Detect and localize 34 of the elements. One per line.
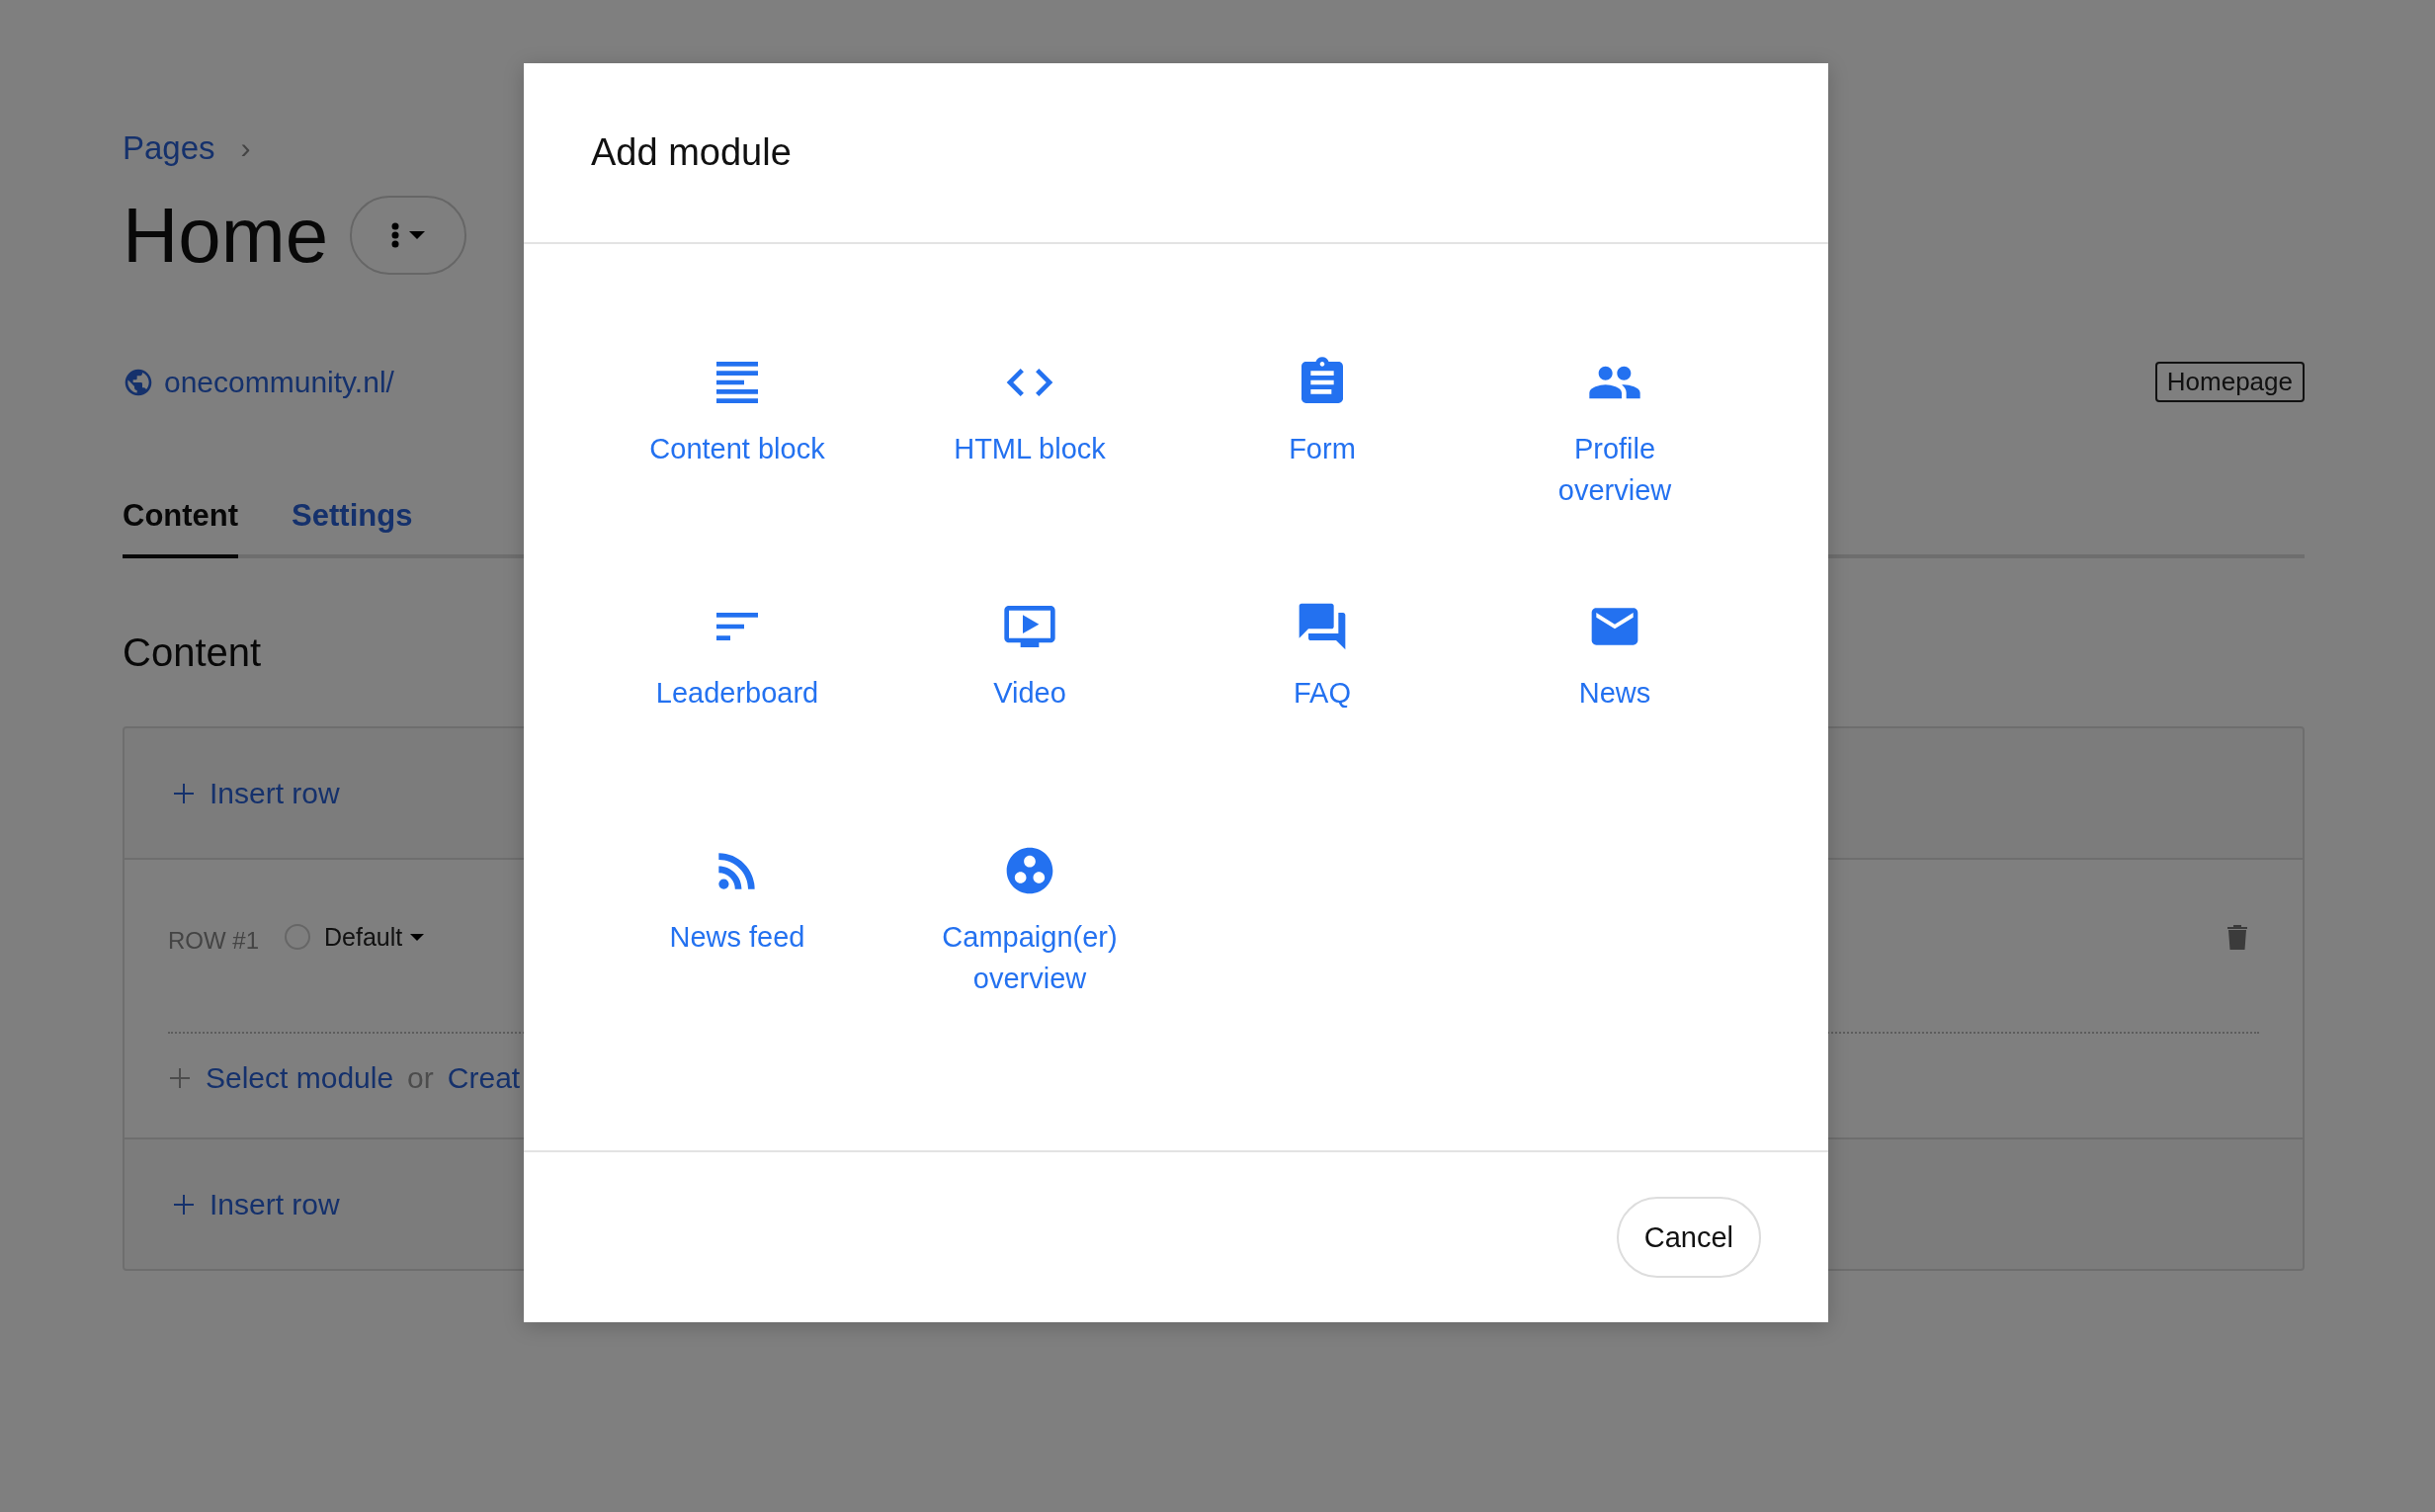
insert-row-button[interactable]: Insert row xyxy=(172,1187,340,1221)
style-dropdown[interactable]: Default xyxy=(324,922,425,952)
radio-button[interactable] xyxy=(285,924,310,950)
page-badge: Homepage xyxy=(2154,362,2305,402)
cancel-button[interactable]: Cancel xyxy=(1616,1197,1761,1278)
section-heading: Content xyxy=(123,630,263,676)
caret-icon xyxy=(410,933,425,941)
module-option[interactable]: HTML block xyxy=(954,355,1106,469)
site-link[interactable]: onecommunity.nl/ xyxy=(123,365,394,399)
breadcrumb-link[interactable]: Pages xyxy=(123,129,215,167)
module-option[interactable]: News feed xyxy=(669,843,805,958)
tab[interactable]: Settings xyxy=(292,485,413,558)
trash-icon[interactable] xyxy=(2225,922,2249,952)
module-option[interactable]: Form xyxy=(1289,355,1356,469)
module-option[interactable]: FAQ xyxy=(1294,599,1351,714)
page-title: Home xyxy=(123,191,329,281)
breadcrumb-separator: › xyxy=(240,131,251,165)
plus-icon xyxy=(172,1192,196,1217)
create-link[interactable]: Creat xyxy=(447,1061,521,1095)
row-label: ROW #1 xyxy=(168,927,259,955)
tab[interactable]: Content xyxy=(123,485,239,558)
module-option[interactable]: News xyxy=(1578,599,1651,714)
module-option[interactable]: Campaign(er) overview xyxy=(931,843,1129,999)
plus-icon xyxy=(168,1066,192,1090)
kebab-icon xyxy=(391,222,400,248)
module-option[interactable]: Video xyxy=(993,599,1066,714)
module-option[interactable]: Content block xyxy=(649,355,825,469)
module-option[interactable]: Leaderboard xyxy=(655,599,819,714)
dialog-title: Add module xyxy=(591,131,792,174)
caret-icon xyxy=(409,231,426,239)
module-option[interactable]: Profile overview xyxy=(1516,355,1714,511)
insert-row-button[interactable]: Insert row xyxy=(172,776,340,810)
select-module-link[interactable]: Select module xyxy=(206,1061,394,1095)
plus-icon xyxy=(172,781,196,805)
